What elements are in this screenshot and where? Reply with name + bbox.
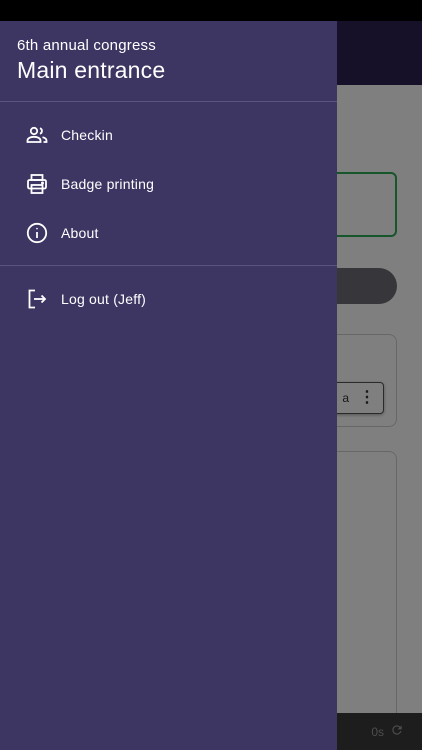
info-icon xyxy=(24,220,50,246)
menu-item-checkin[interactable]: Checkin xyxy=(0,110,337,159)
menu-item-badge-printing[interactable]: Badge printing xyxy=(0,159,337,208)
menu-item-label: Badge printing xyxy=(61,175,155,192)
logout-label: Log out (Jeff) xyxy=(61,290,147,307)
drawer-menu: Checkin Badge printing About xyxy=(0,102,337,257)
menu-item-logout[interactable]: Log out (Jeff) xyxy=(0,274,337,323)
menu-item-label: Checkin xyxy=(61,126,113,143)
menu-item-label: About xyxy=(61,224,99,241)
printer-icon xyxy=(24,171,50,197)
people-icon xyxy=(24,122,50,148)
drawer-divider xyxy=(0,265,337,266)
menu-item-about[interactable]: About xyxy=(0,208,337,257)
logout-icon xyxy=(24,286,50,312)
event-name: 6th annual congress xyxy=(17,37,156,54)
status-bar xyxy=(0,0,422,21)
drawer-header: 6th annual congress Main entrance xyxy=(0,21,337,102)
location-name: Main entrance xyxy=(17,57,166,83)
navigation-drawer: 6th annual congress Main entrance Checki… xyxy=(0,21,337,750)
